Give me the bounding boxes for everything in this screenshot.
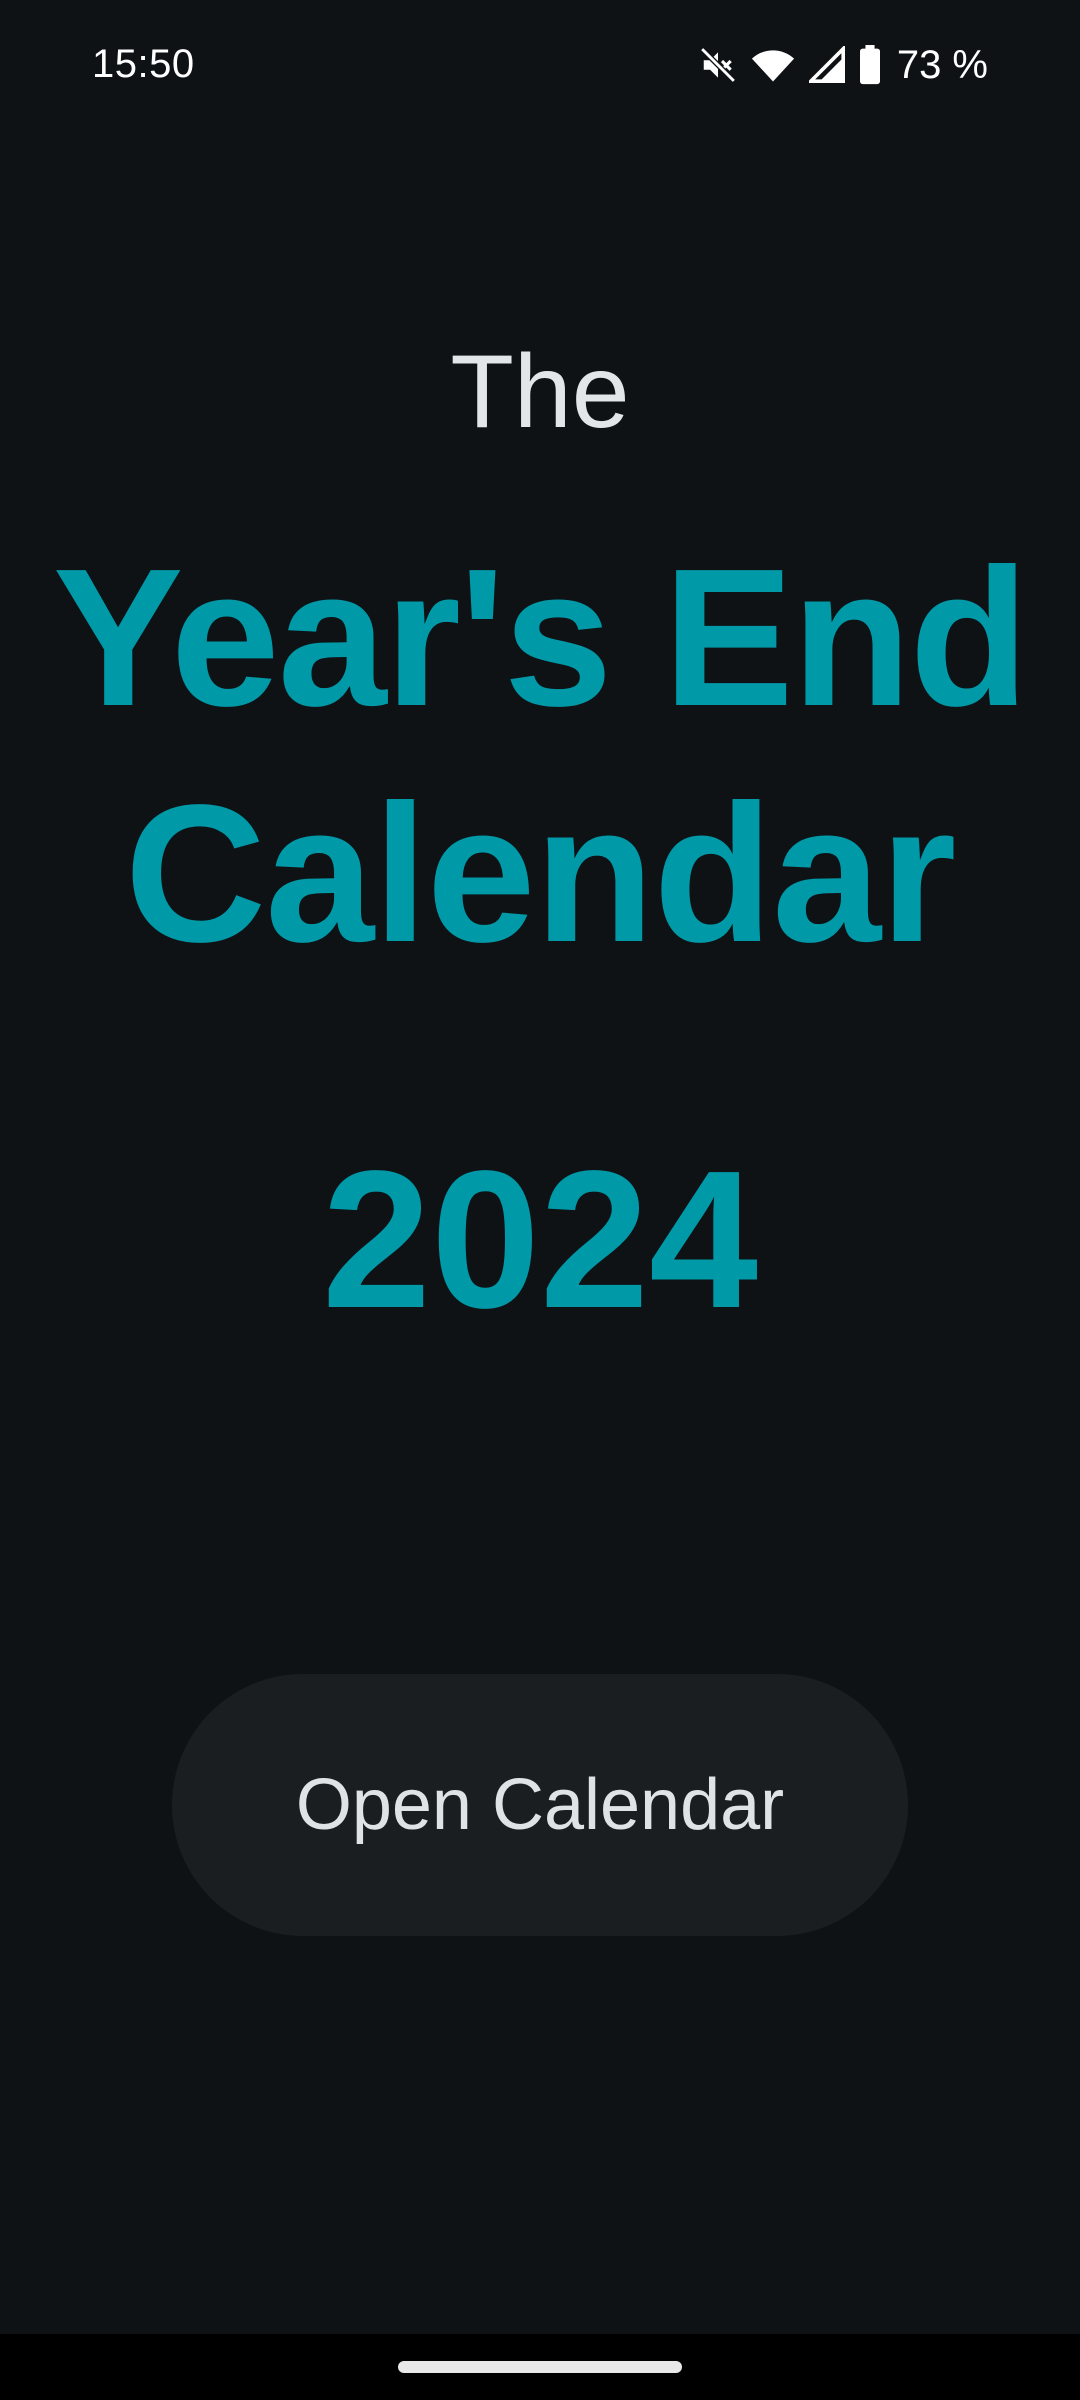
battery-percentage: 73 % — [896, 42, 988, 87]
title-year: 2024 — [321, 1130, 759, 1349]
title-line-2: Calendar — [124, 764, 957, 983]
title-prefix: The — [450, 334, 630, 450]
battery-icon — [859, 45, 881, 85]
mute-icon — [699, 46, 737, 84]
wifi-icon — [751, 46, 795, 84]
status-time: 15:50 — [92, 42, 195, 86]
open-calendar-button[interactable]: Open Calendar — [172, 1674, 908, 1936]
app-screen: 15:50 73 % The Year's End Calendar 2024 … — [0, 0, 1080, 2400]
status-bar: 15:50 73 % — [0, 0, 1080, 130]
title-line-1: Year's End — [52, 528, 1029, 747]
signal-icon — [808, 46, 845, 84]
home-gesture-handle[interactable] — [398, 2361, 682, 2373]
status-icons: 73 % — [699, 40, 988, 90]
